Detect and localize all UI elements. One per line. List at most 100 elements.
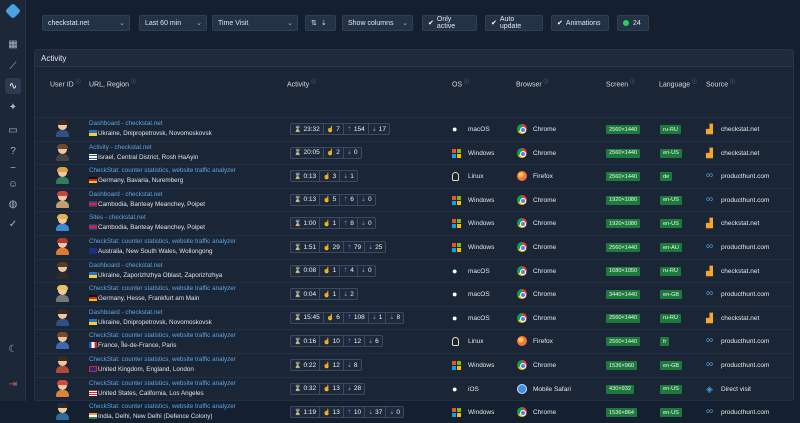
avatar[interactable]: [55, 261, 69, 279]
minus-icon[interactable]: −: [5, 160, 21, 176]
info-icon[interactable]: ⓘ: [311, 79, 316, 85]
chrome-icon: [517, 265, 527, 276]
avatar[interactable]: [55, 308, 69, 326]
logout-icon[interactable]: ⇥: [5, 376, 21, 392]
animations-toggle[interactable]: ✔ Animations: [551, 15, 609, 31]
col-source[interactable]: Source ⓘ: [706, 78, 735, 88]
sort-direction-toggle[interactable]: ⇅ ⇣: [305, 15, 336, 31]
table-row[interactable]: Sites - checkstat.net Cambodia, Banteay …: [35, 211, 793, 234]
avatar[interactable]: [55, 379, 69, 397]
table-row[interactable]: CheckStat: counter statistics, website t…: [35, 164, 793, 187]
page-url-link[interactable]: CheckStat: counter statistics, website t…: [89, 167, 236, 174]
page-url-link[interactable]: Dashboard - checkstat.net: [89, 262, 163, 269]
region-text: United States, California, Los Angeles: [98, 389, 204, 397]
avatar-hair: [57, 379, 68, 385]
activity-scroll-up: ⇡ 79: [344, 242, 366, 252]
app-logo[interactable]: [5, 3, 21, 19]
col-url-region[interactable]: URL, Region ⓘ: [89, 78, 136, 88]
avatar[interactable]: [55, 167, 69, 185]
page-url-link[interactable]: CheckStat: counter statistics, website t…: [89, 403, 236, 410]
avatar[interactable]: [55, 214, 69, 232]
screen-badge: 2560×1440: [606, 172, 641, 182]
avatar[interactable]: [55, 238, 69, 255]
info-icon[interactable]: ⓘ: [692, 79, 697, 85]
table-row[interactable]: CheckStat: counter statistics, website t…: [35, 353, 793, 376]
activity-stats: ⌛ 1:00 ☝ 1 ⇡ 8 ⇣ 0: [290, 217, 376, 230]
table-row[interactable]: CheckStat: counter statistics, website t…: [35, 329, 793, 352]
info-icon[interactable]: ⓘ: [630, 79, 635, 85]
site-select[interactable]: checkstat.net ⌄: [42, 15, 130, 31]
auto-update-toggle[interactable]: ✔ Auto update: [485, 15, 543, 31]
table-row[interactable]: Dashboard - checkstat.net Ukraine, Dnipr…: [35, 117, 793, 140]
country-flag-icon: [89, 130, 97, 136]
page-url-link[interactable]: CheckStat: counter statistics, website t…: [89, 380, 236, 387]
info-icon[interactable]: ⓘ: [544, 79, 549, 85]
col-screen[interactable]: Screen ⓘ: [606, 78, 635, 88]
info-icon[interactable]: ⓘ: [76, 79, 81, 85]
id-card-icon[interactable]: ▭: [5, 122, 21, 138]
page-url-link[interactable]: Dashboard - checkstat.net: [89, 309, 163, 316]
line-chart-icon[interactable]: ⟋: [5, 58, 21, 74]
col-browser[interactable]: Browser ⓘ: [516, 78, 549, 88]
avatar[interactable]: [55, 332, 69, 350]
country-flag-icon: [89, 389, 97, 396]
page-url-link[interactable]: CheckStat: counter statistics, website t…: [89, 238, 236, 245]
globe-icon[interactable]: ◍: [5, 196, 21, 212]
activity-extra-value: 0: [396, 408, 401, 416]
auto-update-label: Auto update: [499, 16, 522, 30]
check-circle-icon[interactable]: ✓: [5, 216, 21, 232]
col-os[interactable]: OS ⓘ: [452, 78, 469, 88]
period-select[interactable]: Last 60 min ⌄: [139, 15, 207, 31]
only-active-toggle[interactable]: ✔ Only active: [422, 15, 477, 31]
page-url-link[interactable]: CheckStat: counter statistics, website t…: [89, 285, 236, 292]
avatar[interactable]: [55, 356, 69, 373]
show-columns-select[interactable]: Show columns ⌄: [342, 15, 413, 31]
sparkle-icon[interactable]: ✦: [5, 99, 21, 115]
table-row[interactable]: Dashboard - checkstat.net Ukraine, Zapor…: [35, 258, 793, 282]
activity-time-value: 0:16: [303, 337, 317, 345]
activity-scroll-up: ⇡ 154: [344, 124, 369, 134]
activity-pulse-icon[interactable]: ∿: [5, 78, 21, 94]
activity-stats: ⌛ 0:32 ☝ 13 ⇣ 28: [290, 382, 366, 395]
page-url-link[interactable]: Dashboard - checkstat.net: [89, 191, 163, 198]
page-url-link[interactable]: Activity - checkstat.net: [89, 144, 152, 151]
source-text: Direct visit: [721, 385, 751, 393]
info-icon[interactable]: ⓘ: [131, 79, 136, 85]
sort-select[interactable]: Time Visit ⌄: [212, 15, 298, 31]
region-text: Israel, Central District, Rosh HaAyin: [98, 153, 199, 161]
info-icon[interactable]: ⓘ: [730, 79, 735, 85]
avatar[interactable]: [55, 120, 69, 137]
col-language[interactable]: Language ⓘ: [659, 78, 697, 88]
activity-scroll-down: ⇣ 6: [365, 336, 382, 346]
table-row[interactable]: CheckStat: counter statistics, website t…: [35, 235, 793, 258]
col-user-id[interactable]: User ID ⓘ: [50, 78, 81, 88]
info-icon[interactable]: ⓘ: [464, 79, 469, 85]
language-badge: ru-RU: [660, 125, 681, 134]
activity-scroll-up-value: 154: [353, 125, 365, 133]
avatar[interactable]: [55, 143, 69, 161]
activity-stats: ⌛ 23:32 ☝ 7 ⇡ 154 ⇣ 17: [290, 123, 391, 135]
chart-source-icon: ▟: [706, 312, 713, 323]
page-url-link[interactable]: CheckStat: counter statistics, website t…: [89, 332, 236, 339]
table-row[interactable]: Dashboard - checkstat.net Ukraine, Dnipr…: [35, 305, 793, 329]
avatar-hair: [57, 143, 68, 149]
chevron-down-icon: ⌄: [287, 20, 293, 27]
page-url-link[interactable]: Dashboard - checkstat.net: [89, 120, 163, 127]
avatar[interactable]: [55, 285, 69, 303]
table-row[interactable]: Dashboard - checkstat.net Cambodia, Bant…: [35, 187, 793, 211]
dashboard-grid-icon[interactable]: ▦: [5, 36, 21, 52]
moon-icon[interactable]: ☾: [5, 341, 21, 357]
page-url-link[interactable]: CheckStat: counter statistics, website t…: [89, 356, 236, 363]
table-row[interactable]: CheckStat: counter statistics, website t…: [35, 400, 793, 423]
avatar[interactable]: [55, 403, 69, 421]
table-row[interactable]: CheckStat: counter statistics, website t…: [35, 376, 793, 400]
user-icon[interactable]: ☺: [5, 176, 21, 192]
col-activity[interactable]: Activity ⓘ: [287, 78, 316, 88]
hourglass-icon: ⌛: [294, 220, 302, 227]
help-icon[interactable]: ?: [5, 143, 21, 159]
avatar[interactable]: [55, 190, 69, 208]
table-row[interactable]: Activity - checkstat.net Israel, Central…: [35, 140, 793, 164]
page-url-link[interactable]: Sites - checkstat.net: [89, 214, 146, 221]
col-language-label: Language: [659, 81, 691, 89]
table-row[interactable]: CheckStat: counter statistics, website t…: [35, 282, 793, 305]
